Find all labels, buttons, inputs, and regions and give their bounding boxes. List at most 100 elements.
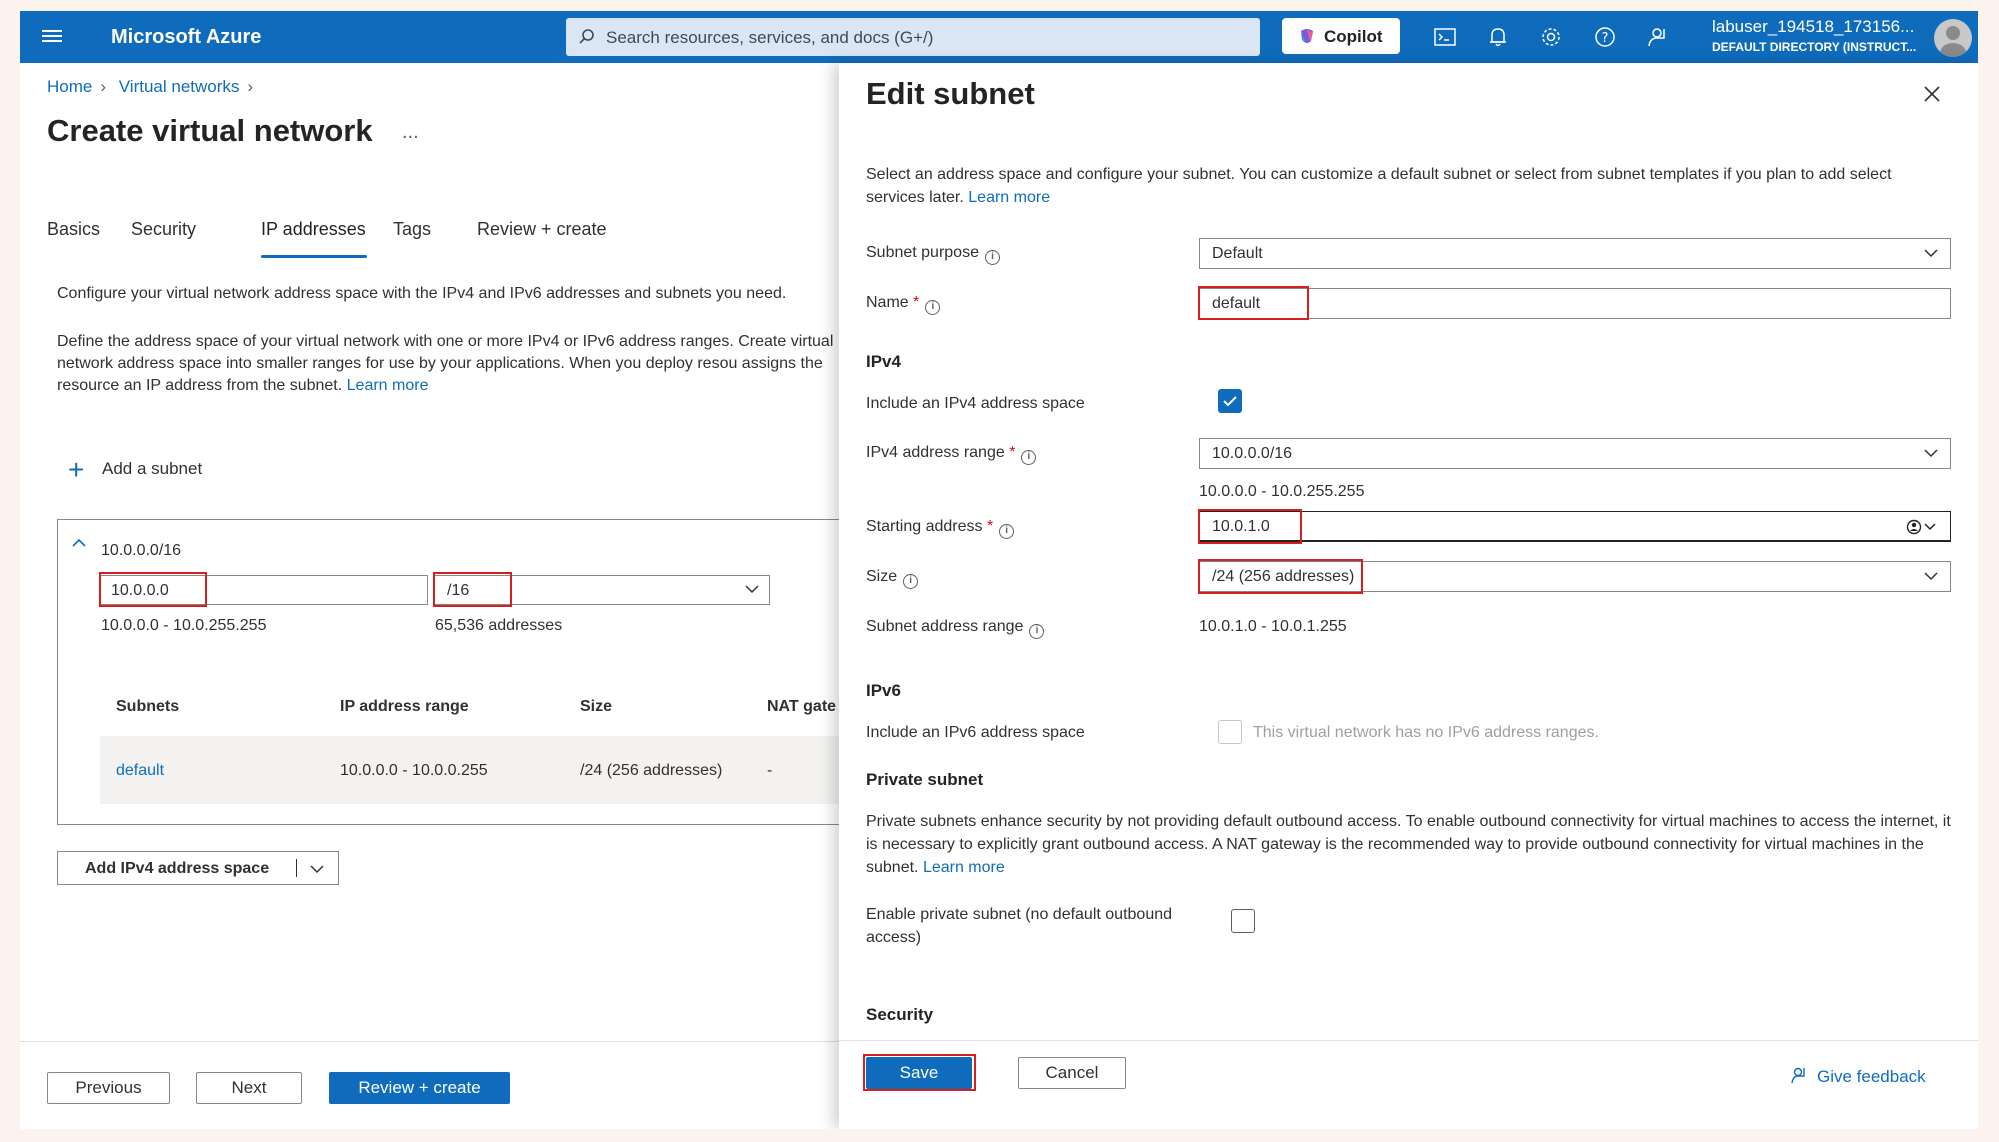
ipv4-section-title: IPv4 (866, 352, 901, 371)
column-header-ip-range: IP address range (340, 698, 469, 715)
info-icon[interactable]: i (999, 524, 1015, 539)
copilot-button[interactable]: Copilot (1282, 18, 1400, 54)
tab-ip-addresses[interactable]: IP addresses (261, 219, 366, 240)
address-prefix-select[interactable]: /16 (434, 575, 770, 605)
address-space-header: 10.0.0.0/16 (101, 542, 182, 559)
ipv6-section-title: IPv6 (866, 681, 901, 700)
name-label: Name * i (866, 294, 941, 315)
size-select[interactable]: /24 (256 addresses) (1199, 561, 1951, 592)
address-start-input[interactable]: 10.0.0.0 (100, 575, 428, 605)
account-info[interactable]: labuser_194518_173156... DEFAULT DIRECTO… (1712, 17, 1916, 54)
give-feedback-link[interactable]: Give feedback (1791, 1067, 1926, 1087)
subnet-nat-cell: - (767, 762, 773, 779)
azure-portal-window: Microsoft Azure Search resources, servic… (20, 11, 1978, 1129)
starting-address-label: Starting address * i (866, 518, 1015, 539)
search-icon (579, 29, 594, 44)
name-input[interactable]: default (1199, 288, 1951, 319)
add-ipv4-label: Add IPv4 address space (85, 860, 270, 877)
security-section-title: Security (866, 1005, 934, 1024)
subnet-range-value: 10.0.1.0 - 10.0.1.255 (1199, 618, 1347, 635)
column-header-size: Size (580, 698, 613, 715)
learn-more-link[interactable]: Learn more (347, 377, 429, 394)
search-placeholder: Search resources, services, and docs (G+… (606, 28, 934, 47)
top-bar: Microsoft Azure Search resources, servic… (20, 11, 1978, 63)
chevron-down-icon (745, 585, 759, 594)
chevron-down-icon (1924, 449, 1938, 458)
save-button[interactable]: Save (866, 1057, 972, 1089)
svg-text:?: ? (1602, 31, 1609, 46)
breadcrumb-virtual-networks[interactable]: Virtual networks (119, 77, 240, 96)
info-icon[interactable]: i (925, 300, 941, 315)
ipv6-disabled-text: This virtual network has no IPv6 address… (1253, 724, 1599, 741)
include-ipv4-label: Include an IPv4 address space (866, 395, 1085, 412)
user-select-icon[interactable] (1906, 519, 1938, 535)
ipv4-range-value: 10.0.0.0/16 (1212, 445, 1293, 462)
ipv4-range-label: IPv4 address range * i (866, 444, 1037, 465)
tab-basics[interactable]: Basics (47, 219, 100, 240)
include-ipv4-checkbox[interactable] (1218, 389, 1242, 413)
subnet-name-link[interactable]: default (116, 762, 164, 780)
table-row[interactable] (100, 736, 900, 804)
user-directory: DEFAULT DIRECTORY (INSTRUCT... (1712, 40, 1917, 54)
chevron-down-icon (1924, 249, 1938, 258)
copilot-icon (1301, 29, 1313, 43)
plus-icon: + (68, 454, 85, 485)
previous-button[interactable]: Previous (47, 1072, 170, 1104)
footer-divider (20, 1041, 860, 1042)
name-value: default (1212, 295, 1261, 312)
tab-review-create[interactable]: Review + create (477, 219, 607, 240)
column-header-subnets: Subnets (116, 698, 180, 715)
avatar[interactable] (1934, 19, 1972, 57)
panel-title: Edit subnet (866, 76, 1035, 111)
chevron-up-icon[interactable] (72, 538, 86, 548)
private-subnet-description: Private subnets enhance security by not … (866, 810, 1956, 879)
enable-private-subnet-label: Enable private subnet (no default outbou… (866, 906, 1173, 946)
chevron-right-icon: › (100, 77, 107, 96)
starting-address-value: 10.0.1.0 (1212, 518, 1270, 535)
user-name: labuser_194518_173156... (1712, 17, 1915, 36)
address-space-text: Define the address space of your virtual… (57, 333, 834, 394)
review-create-button[interactable]: Review + create (329, 1072, 510, 1104)
info-icon[interactable]: i (903, 574, 919, 589)
private-learn-more-link[interactable]: Learn more (923, 859, 1005, 876)
info-icon[interactable]: i (1029, 624, 1045, 639)
search-box[interactable]: Search resources, services, and docs (G+… (566, 18, 1260, 56)
checkmark-icon (1223, 396, 1237, 407)
bell-icon[interactable] (1485, 24, 1511, 50)
panel-learn-more-link[interactable]: Learn more (968, 189, 1050, 206)
address-range-text: 10.0.0.0 - 10.0.255.255 (101, 617, 267, 634)
chevron-down-icon (1924, 572, 1938, 581)
enable-private-subnet-checkbox[interactable] (1231, 909, 1255, 933)
menu-icon[interactable] (42, 27, 62, 47)
tab-security[interactable]: Security (131, 219, 196, 240)
add-ipv4-address-space-button[interactable]: Add IPv4 address space (57, 851, 339, 885)
next-button[interactable]: Next (196, 1072, 302, 1104)
address-prefix-value: /16 (447, 582, 470, 599)
ipv4-range-text: 10.0.0.0 - 10.0.255.255 (1199, 483, 1365, 500)
brand-name[interactable]: Microsoft Azure (111, 26, 261, 49)
starting-address-input[interactable]: 10.0.1.0 (1199, 511, 1951, 542)
subnet-purpose-value: Default (1212, 245, 1263, 262)
private-subnet-title: Private subnet (866, 770, 984, 789)
help-icon[interactable]: ? (1592, 24, 1618, 50)
gear-icon[interactable] (1538, 24, 1564, 50)
breadcrumb: Home › Virtual networks › (47, 77, 261, 97)
close-icon[interactable] (1923, 85, 1941, 103)
tab-tags[interactable]: Tags (393, 219, 431, 240)
include-ipv6-label: Include an IPv6 address space (866, 724, 1085, 741)
chevron-down-icon (310, 865, 324, 874)
cloud-shell-icon[interactable] (1432, 24, 1458, 50)
breadcrumb-home[interactable]: Home (47, 77, 92, 96)
info-icon[interactable]: i (1021, 450, 1037, 465)
private-subnet-text: Private subnets enhance security by not … (866, 813, 1951, 876)
subnet-range-cell: 10.0.0.0 - 10.0.0.255 (340, 762, 488, 779)
subnet-purpose-select[interactable]: Default (1199, 238, 1951, 269)
copilot-label: Copilot (1324, 27, 1383, 46)
info-icon[interactable]: i (984, 250, 1000, 265)
more-options-icon[interactable]: ... (402, 121, 419, 144)
ipv4-range-select[interactable]: 10.0.0.0/16 (1199, 438, 1951, 469)
cancel-button[interactable]: Cancel (1018, 1057, 1126, 1089)
subnet-range-label: Subnet address range i (866, 618, 1045, 639)
subnet-size-cell: /24 (256 addresses) (580, 762, 723, 779)
feedback-icon[interactable] (1644, 24, 1670, 50)
